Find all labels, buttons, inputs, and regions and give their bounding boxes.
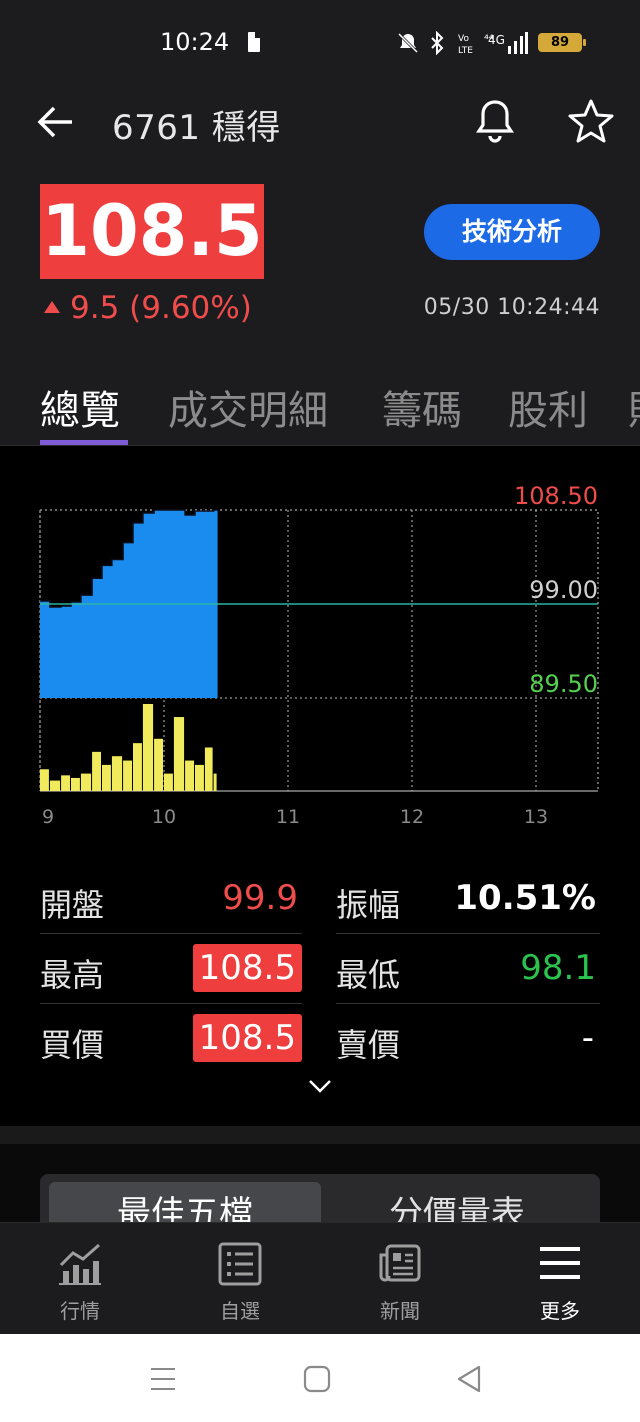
status-bar: 10:24 Vo LTE ⁴⁴ 4G 89 [0, 0, 640, 86]
volume-bar [61, 775, 70, 791]
volume-bar [92, 751, 101, 791]
x-tick-label: 9 [42, 806, 54, 828]
low-value: 98.1 [520, 948, 596, 988]
svg-text:4G: 4G [488, 33, 505, 47]
volume-bar [123, 760, 132, 791]
stats-row: 買價 108.5 賣價 - [40, 1004, 600, 1074]
open-label: 開盤 [40, 886, 105, 924]
nav-market-label: 行情 [60, 1299, 100, 1323]
star-icon[interactable] [566, 96, 616, 146]
x-tick-label: 12 [400, 806, 424, 828]
volume-bar [142, 704, 154, 791]
tab-dividend[interactable]: 股利 [508, 378, 588, 436]
quote-timestamp: 05/30 10:24:44 [423, 295, 600, 320]
volume-bar [111, 756, 123, 791]
intraday-chart[interactable]: 108.50 99.00 89.50 9 10 11 12 13 [0, 480, 640, 840]
volume-bar [164, 773, 173, 791]
high-value: 108.5 [192, 944, 302, 992]
nav-news-label: 新聞 [380, 1299, 420, 1323]
bid-value: 108.5 [192, 1014, 302, 1062]
tab-trade-details[interactable]: 成交明細 [168, 378, 328, 436]
x-tick-label: 10 [152, 806, 176, 828]
bell-icon[interactable] [470, 96, 520, 146]
menu-icon [540, 1247, 580, 1279]
system-nav-bar [0, 1334, 640, 1422]
volume-bar [133, 743, 142, 791]
volume-bar [195, 764, 204, 791]
y-tick-label: 89.50 [529, 670, 598, 698]
x-tick-label: 13 [524, 806, 548, 828]
segment-price-volume[interactable]: 分價量表 [321, 1182, 593, 1224]
nav-watchlist[interactable]: 自選 [160, 1223, 320, 1335]
nav-more[interactable]: 更多 [480, 1223, 640, 1335]
recent-apps-icon[interactable] [148, 1364, 178, 1394]
low-label: 最低 [336, 956, 401, 994]
status-time: 10:24 [160, 28, 230, 56]
volte-icon: Vo LTE [458, 34, 473, 55]
note-icon [248, 32, 260, 52]
chevron-down-icon[interactable] [306, 1076, 334, 1098]
home-icon[interactable] [302, 1364, 332, 1394]
price-change-value: 9.5 (9.60%) [70, 290, 252, 326]
last-price: 108.5 [41, 190, 263, 272]
nav-watchlist-label: 自選 [220, 1299, 260, 1323]
volume-bar [204, 747, 213, 791]
nav-more-label: 更多 [540, 1299, 580, 1323]
nav-market[interactable]: 行情 [0, 1223, 160, 1335]
segment-control: 最佳五檔 分價量表 [40, 1174, 600, 1224]
high-label: 最高 [40, 956, 105, 994]
x-tick-label: 11 [276, 806, 300, 828]
svg-text:Vo: Vo [458, 34, 469, 44]
signal-icon [508, 32, 528, 54]
price-badge: 108.5 [40, 184, 264, 279]
ask-value: - [581, 1018, 594, 1058]
stats-row: 最高 108.5 最低 98.1 [40, 934, 600, 1004]
tab-more-cutoff[interactable]: 財 [628, 378, 640, 436]
nav-news[interactable]: 新聞 [320, 1223, 480, 1335]
volume-bar [173, 717, 185, 791]
volume-bar [71, 777, 80, 791]
volume-bar [154, 738, 163, 791]
y-tick-label: 108.50 [514, 482, 598, 510]
price-change: 9.5 (9.60%) [44, 290, 252, 326]
amplitude-value: 10.51% [454, 878, 596, 918]
mute-icon [397, 32, 419, 54]
volume-bar [185, 760, 194, 791]
volume-bar [80, 773, 92, 791]
section-divider [0, 1126, 640, 1144]
app-bar: 6761 穩得 [0, 86, 640, 156]
order-book-section: 最佳五檔 分價量表 [0, 1144, 640, 1224]
bottom-nav: 行情 自選 新聞 更多 [0, 1222, 640, 1334]
news-icon [379, 1244, 421, 1282]
tab-overview[interactable]: 總覽 [40, 378, 120, 436]
volume-bar [213, 773, 217, 791]
tab-bar: 總覽 成交明細 籌碼 股利 財 [0, 360, 640, 446]
amplitude-label: 振幅 [336, 886, 401, 924]
list-icon [218, 1242, 262, 1286]
y-tick-label: 99.00 [529, 576, 598, 604]
open-value: 99.9 [222, 878, 298, 918]
battery-icon: 89 [538, 33, 586, 52]
volume-bar [40, 769, 49, 791]
technical-analysis-button[interactable]: 技術分析 [424, 204, 600, 260]
back-icon[interactable] [454, 1364, 484, 1394]
4g-icon: ⁴⁴ 4G [484, 32, 505, 47]
ask-label: 賣價 [336, 1026, 401, 1064]
svg-text:LTE: LTE [458, 46, 473, 55]
arrow-left-icon[interactable] [34, 100, 78, 144]
stats-row: 開盤 99.9 振幅 10.51% [40, 864, 600, 934]
volume-bar [49, 780, 61, 791]
segment-best-five[interactable]: 最佳五檔 [49, 1182, 321, 1224]
chart-icon [59, 1243, 101, 1285]
tab-chips[interactable]: 籌碼 [382, 378, 462, 436]
up-triangle-icon [44, 301, 60, 313]
bid-label: 買價 [40, 1026, 105, 1064]
bluetooth-icon [431, 31, 444, 55]
volume-bar [102, 764, 111, 791]
page-title: 6761 穩得 [112, 108, 281, 148]
